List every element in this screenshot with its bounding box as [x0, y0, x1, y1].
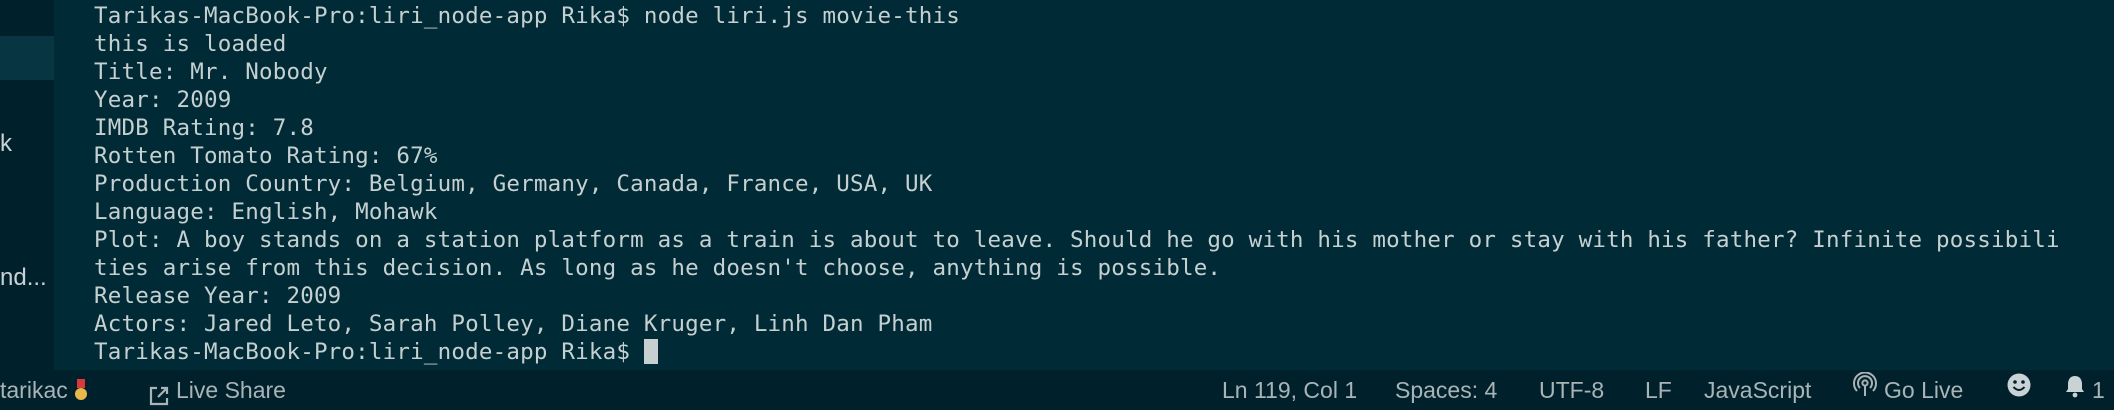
terminal-line: Rotten Tomato Rating: 67% — [94, 143, 438, 169]
account-name: tarikac — [0, 377, 68, 403]
notifications-button[interactable]: 1 — [2064, 370, 2105, 410]
broadcast-icon — [1852, 370, 1878, 410]
eol-button[interactable]: LF — [1645, 370, 1672, 410]
terminal-line: Actors: Jared Leto, Sarah Polley, Diane … — [94, 311, 933, 337]
cursor-position-button[interactable]: Ln 119, Col 1 — [1222, 370, 1357, 410]
terminal-line: Tarikas-MacBook-Pro:liri_node-app Rika$ … — [94, 3, 961, 29]
feedback-button[interactable] — [2006, 370, 2038, 410]
live-share-icon — [148, 379, 170, 406]
terminal-line: Year: 2009 — [94, 87, 232, 113]
vscode-window: k nd... Tarikas-MacBook-Pro:liri_node-ap… — [0, 0, 2114, 410]
language-mode-button[interactable]: JavaScript — [1704, 370, 1811, 410]
terminal-panel[interactable]: Tarikas-MacBook-Pro:liri_node-app Rika$ … — [94, 0, 2106, 370]
terminal-line: Release Year: 2009 — [94, 283, 342, 309]
terminal-line: Title: Mr. Nobody — [94, 59, 328, 85]
encoding-button[interactable]: UTF-8 — [1539, 370, 1604, 410]
live-share-button[interactable]: Live Share — [148, 370, 286, 410]
terminal-line: IMDB Rating: 7.8 — [94, 115, 314, 141]
feedback-smiley-icon — [2006, 370, 2032, 410]
terminal-prompt-line[interactable]: Tarikas-MacBook-Pro:liri_node-app Rika$ — [94, 338, 2106, 366]
sidebar-item-fragment[interactable]: k — [0, 130, 12, 158]
sidebar-item-fragment[interactable]: nd... — [0, 264, 47, 292]
indentation-label: Spaces: 4 — [1395, 377, 1498, 403]
go-live-label: Go Live — [1884, 377, 1964, 403]
status-bar: tarikac Live Share Ln 119, Col 1 Spaces:… — [0, 370, 2114, 410]
language-mode-label: JavaScript — [1704, 377, 1812, 403]
terminal-line: ties arise from this decision. As long a… — [94, 255, 1222, 281]
live-share-label: Live Share — [176, 377, 286, 403]
go-live-button[interactable]: Go Live — [1852, 370, 1963, 410]
terminal-line: Plot: A boy stands on a station platform… — [94, 227, 2060, 253]
terminal-line: this is loaded — [94, 31, 287, 57]
medal-icon — [74, 379, 88, 401]
terminal-line: Language: English, Mohawk — [94, 199, 438, 225]
bell-icon — [2064, 370, 2086, 410]
indentation-button[interactable]: Spaces: 4 — [1395, 370, 1497, 410]
cursor-position-label: Ln 119, Col 1 — [1222, 377, 1358, 403]
encoding-label: UTF-8 — [1539, 377, 1605, 403]
account-status[interactable]: tarikac — [0, 370, 88, 410]
terminal-cursor — [643, 339, 658, 364]
explorer-sidebar: k nd... — [0, 0, 54, 370]
terminal-line: Production Country: Belgium, Germany, Ca… — [94, 171, 933, 197]
terminal-prompt: Tarikas-MacBook-Pro:liri_node-app Rika$ — [94, 339, 644, 365]
notification-count: 1 — [2092, 377, 2105, 403]
sidebar-selected-item[interactable] — [0, 36, 54, 80]
eol-label: LF — [1645, 377, 1672, 403]
